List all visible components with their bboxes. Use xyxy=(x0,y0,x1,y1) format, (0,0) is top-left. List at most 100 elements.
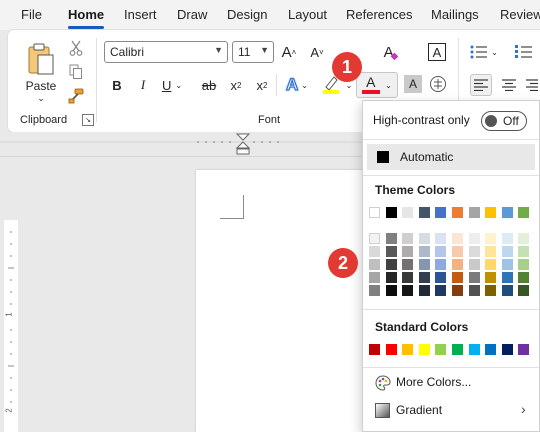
grow-font-button[interactable]: A ˄ xyxy=(278,41,300,63)
theme-shade-swatch[interactable] xyxy=(369,233,380,244)
theme-shade-swatch[interactable] xyxy=(435,259,447,270)
clear-formatting-button[interactable]: A ◆ xyxy=(380,41,402,63)
theme-shade-swatch[interactable] xyxy=(485,285,497,296)
standard-color-swatch[interactable] xyxy=(485,344,497,355)
more-colors-item[interactable]: More Colors... xyxy=(363,371,539,395)
theme-shade-swatch[interactable] xyxy=(518,259,530,270)
standard-color-swatch[interactable] xyxy=(418,344,430,355)
theme-color-swatch[interactable] xyxy=(452,207,463,218)
tab-design[interactable]: Design xyxy=(227,7,267,22)
theme-shade-swatch[interactable] xyxy=(518,272,530,283)
format-painter-button[interactable] xyxy=(66,86,86,106)
strikethrough-button[interactable]: ab xyxy=(198,75,220,95)
align-left-button[interactable] xyxy=(470,74,492,96)
align-center-button[interactable] xyxy=(498,74,520,96)
theme-shade-swatch[interactable] xyxy=(385,233,397,244)
numbering-button[interactable] xyxy=(508,42,540,62)
standard-color-swatch[interactable] xyxy=(468,344,480,355)
tab-layout[interactable]: Layout xyxy=(288,7,327,22)
theme-shade-swatch[interactable] xyxy=(402,259,414,270)
theme-shade-swatch[interactable] xyxy=(452,272,463,283)
standard-color-swatch[interactable] xyxy=(402,344,414,355)
font-size-combobox[interactable]: 11 ▼ xyxy=(232,41,274,63)
theme-shade-swatch[interactable] xyxy=(385,272,397,283)
tab-mailings[interactable]: Mailings xyxy=(431,7,479,22)
theme-color-swatch[interactable] xyxy=(501,207,513,218)
theme-shade-swatch[interactable] xyxy=(468,285,480,296)
paste-button[interactable]: Paste ⌄ xyxy=(22,38,60,108)
theme-shade-swatch[interactable] xyxy=(435,233,447,244)
tab-review[interactable]: Review xyxy=(500,7,540,22)
theme-color-swatch[interactable] xyxy=(518,207,530,218)
theme-shade-swatch[interactable] xyxy=(435,285,447,296)
theme-shade-swatch[interactable] xyxy=(485,246,497,257)
theme-shade-swatch[interactable] xyxy=(518,233,530,244)
cut-button[interactable] xyxy=(66,38,86,58)
theme-color-swatch[interactable] xyxy=(369,207,380,218)
standard-color-swatch[interactable] xyxy=(518,344,530,355)
theme-shade-swatch[interactable] xyxy=(418,246,430,257)
theme-shade-swatch[interactable] xyxy=(402,246,414,257)
font-name-combobox[interactable]: Calibri ▼ xyxy=(104,41,228,63)
theme-shade-swatch[interactable] xyxy=(468,233,480,244)
tab-draw[interactable]: Draw xyxy=(177,7,207,22)
subscript-button[interactable]: x2 xyxy=(226,75,246,95)
theme-color-swatch[interactable] xyxy=(418,207,430,218)
theme-shade-swatch[interactable] xyxy=(418,285,430,296)
theme-shade-swatch[interactable] xyxy=(385,246,397,257)
tab-file[interactable]: File xyxy=(21,7,42,22)
theme-shade-swatch[interactable] xyxy=(402,285,414,296)
standard-color-swatch[interactable] xyxy=(369,344,380,355)
theme-shade-swatch[interactable] xyxy=(418,272,430,283)
theme-shade-swatch[interactable] xyxy=(369,285,380,296)
theme-shade-swatch[interactable] xyxy=(501,259,513,270)
standard-color-swatch[interactable] xyxy=(452,344,463,355)
standard-color-swatch[interactable] xyxy=(385,344,397,355)
theme-shade-swatch[interactable] xyxy=(402,272,414,283)
bullets-button[interactable]: ⌄ xyxy=(468,42,500,62)
theme-shade-swatch[interactable] xyxy=(501,272,513,283)
theme-shade-swatch[interactable] xyxy=(518,285,530,296)
tab-references[interactable]: References xyxy=(346,7,412,22)
theme-shade-swatch[interactable] xyxy=(435,272,447,283)
theme-shade-swatch[interactable] xyxy=(518,246,530,257)
high-contrast-toggle[interactable]: Off xyxy=(481,111,527,131)
character-border-button[interactable]: A xyxy=(428,43,446,61)
bold-button[interactable]: B xyxy=(108,75,126,95)
theme-shade-swatch[interactable] xyxy=(501,233,513,244)
tab-insert[interactable]: Insert xyxy=(124,7,157,22)
theme-shade-swatch[interactable] xyxy=(485,233,497,244)
align-right-button[interactable] xyxy=(524,74,540,96)
theme-color-swatch[interactable] xyxy=(402,207,414,218)
theme-shade-swatch[interactable] xyxy=(452,259,463,270)
tab-home[interactable]: Home xyxy=(68,7,104,22)
theme-shade-swatch[interactable] xyxy=(369,259,380,270)
automatic-color-item[interactable]: Automatic xyxy=(367,144,535,170)
theme-shade-swatch[interactable] xyxy=(468,259,480,270)
clipboard-launcher-icon[interactable]: ↘ xyxy=(82,114,94,126)
theme-shade-swatch[interactable] xyxy=(369,246,380,257)
theme-shade-swatch[interactable] xyxy=(452,246,463,257)
theme-shade-swatch[interactable] xyxy=(452,233,463,244)
italic-button[interactable]: I xyxy=(134,75,152,95)
enclose-characters-button[interactable] xyxy=(428,74,448,94)
theme-color-swatch[interactable] xyxy=(435,207,447,218)
theme-shade-swatch[interactable] xyxy=(485,259,497,270)
theme-shade-swatch[interactable] xyxy=(418,259,430,270)
character-shading-button[interactable]: A xyxy=(404,75,422,93)
theme-color-swatch[interactable] xyxy=(385,207,397,218)
theme-shade-swatch[interactable] xyxy=(501,246,513,257)
theme-shade-swatch[interactable] xyxy=(369,272,380,283)
text-effects-button[interactable]: A ⌄ xyxy=(282,74,312,95)
theme-color-swatch[interactable] xyxy=(485,207,497,218)
standard-color-swatch[interactable] xyxy=(501,344,513,355)
theme-shade-swatch[interactable] xyxy=(435,246,447,257)
theme-shade-swatch[interactable] xyxy=(385,285,397,296)
gradient-item[interactable]: Gradient › xyxy=(363,399,539,423)
superscript-button[interactable]: x2 xyxy=(252,75,272,95)
theme-shade-swatch[interactable] xyxy=(385,259,397,270)
theme-shade-swatch[interactable] xyxy=(468,272,480,283)
theme-shade-swatch[interactable] xyxy=(452,285,463,296)
theme-shade-swatch[interactable] xyxy=(418,233,430,244)
theme-color-swatch[interactable] xyxy=(468,207,480,218)
